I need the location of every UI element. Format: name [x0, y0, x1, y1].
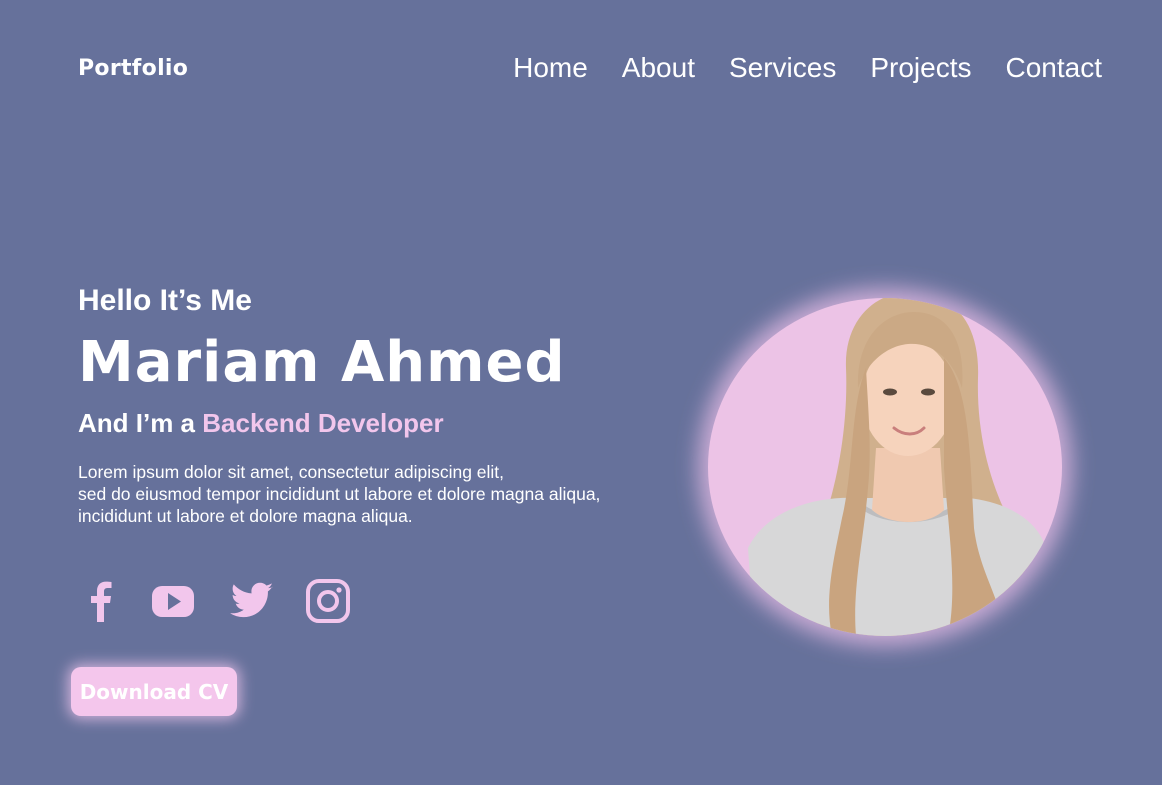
download-cv-button[interactable]: Download CV: [71, 667, 237, 716]
hero-role-prefix: And I’m a: [78, 408, 196, 438]
hero-description: Lorem ipsum dolor sit amet, consectetur …: [78, 461, 600, 527]
hero-description-line: sed do eiusmod tempor incididunt ut labo…: [78, 484, 601, 504]
hero-name: Mariam Ahmed: [78, 330, 566, 395]
nav-link-contact[interactable]: Contact: [1006, 50, 1103, 86]
social-links: [78, 578, 378, 624]
nav-link-about[interactable]: About: [622, 50, 695, 86]
hero-greeting: Hello It’s Me: [78, 284, 252, 317]
site-logo[interactable]: Portfolio: [78, 56, 188, 81]
nav-link-projects[interactable]: Projects: [870, 50, 971, 86]
profile-photo: [708, 298, 1062, 636]
instagram-icon[interactable]: [305, 578, 351, 624]
hero-description-line: Lorem ipsum dolor sit amet, consectetur …: [78, 462, 505, 482]
hero-description-line: incididunt ut labore et dolore magna ali…: [78, 506, 413, 526]
youtube-icon[interactable]: [151, 578, 195, 624]
nav-link-services[interactable]: Services: [729, 50, 836, 86]
facebook-icon[interactable]: [82, 578, 122, 624]
hero-role: And I’m a Backend Developer: [78, 408, 444, 439]
twitter-icon[interactable]: [228, 578, 276, 624]
main-nav: Home About Services Projects Contact: [513, 50, 1102, 86]
hero-role-title: Backend Developer: [202, 408, 444, 438]
nav-link-home[interactable]: Home: [513, 50, 588, 86]
